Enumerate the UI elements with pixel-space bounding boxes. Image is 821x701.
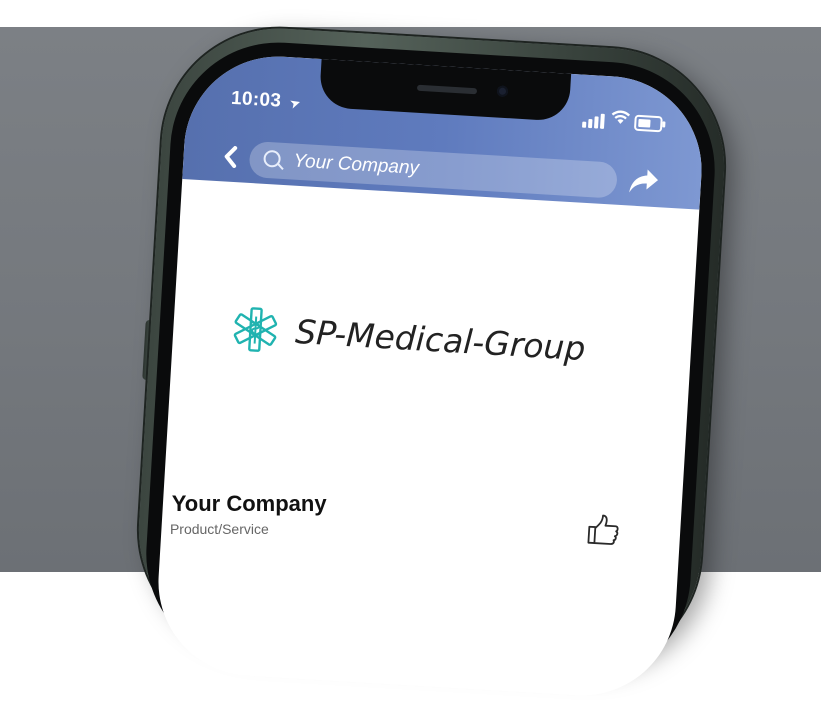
earpiece-speaker: [416, 84, 478, 95]
page-logo: SP-Medical-Group: [229, 304, 652, 399]
signal-bar: [587, 118, 593, 129]
company-name[interactable]: Your Company: [172, 491, 327, 517]
status-time: 10:03: [230, 87, 282, 112]
signal-bar: [593, 116, 599, 129]
status-icons: [582, 110, 666, 133]
battery-tip: [662, 121, 666, 128]
signal-bar: [582, 121, 587, 128]
front-camera: [496, 85, 509, 98]
chevron-left-icon: [224, 146, 238, 169]
battery-level: [638, 118, 651, 128]
share-arrow-icon: [629, 169, 659, 193]
wifi-glyph: [611, 110, 631, 124]
search-icon: [263, 149, 282, 168]
like-button[interactable]: [585, 512, 621, 548]
battery-icon: [633, 114, 663, 133]
wifi-icon: [610, 109, 631, 131]
location-arrow-icon: ➤: [287, 94, 303, 112]
search-input[interactable]: Your Company: [248, 140, 618, 199]
company-category: Product/Service: [169, 520, 269, 537]
signal-bar: [599, 113, 605, 129]
search-value: Your Company: [292, 150, 420, 179]
star-of-life-icon: [233, 307, 278, 352]
back-button[interactable]: [223, 145, 239, 175]
logo-text: SP-Medical-Group: [294, 311, 587, 369]
phone-screen: 10:03 ➤ Your Company SP-Medical-Group Yo…: [153, 51, 707, 701]
thumbs-up-icon: [587, 514, 619, 545]
share-button[interactable]: [628, 167, 659, 195]
